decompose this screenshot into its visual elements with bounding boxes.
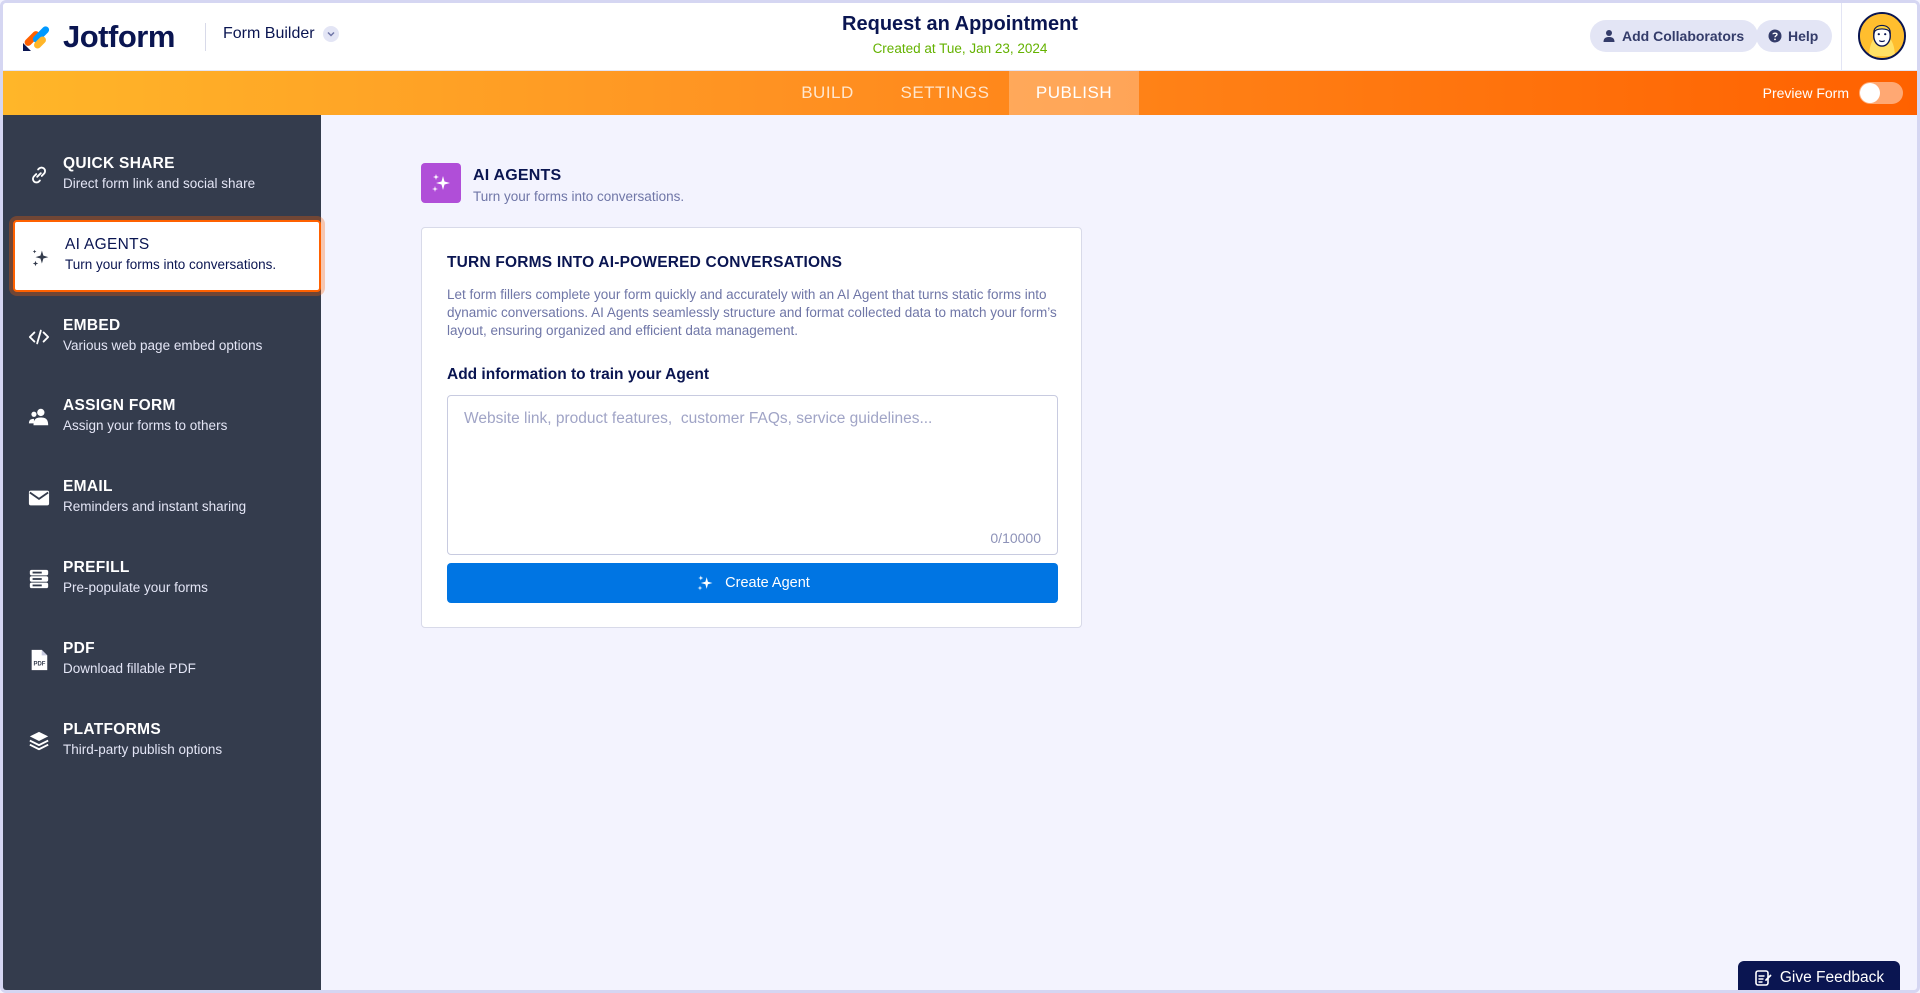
- chevron-down-icon: [322, 26, 339, 42]
- add-collaborators-button[interactable]: Add Collaborators: [1590, 20, 1759, 52]
- section-title: AI AGENTS: [473, 167, 562, 184]
- sparkle-icon: [29, 246, 53, 270]
- sidebar-item-ai-agents[interactable]: AI AGENTS Turn your forms into conversat…: [13, 220, 321, 292]
- jotform-logo-icon: [23, 26, 50, 51]
- sidebar-item-desc: Pre-populate your forms: [63, 580, 208, 595]
- sidebar-item-desc: Direct form link and social share: [63, 176, 256, 191]
- avatar[interactable]: [1858, 12, 1906, 60]
- card-title: TURN FORMS INTO AI-POWERED CONVERSATIONS: [447, 254, 843, 271]
- sidebar-item-prefill[interactable]: PREFILL Pre-populate your forms: [13, 543, 321, 615]
- sparkle-icon: [432, 174, 450, 192]
- app-switcher-label: Form Builder: [223, 25, 315, 42]
- sidebar-item-title: PDF: [63, 640, 95, 657]
- logo-text: Jotform: [63, 19, 175, 54]
- char-counter: 0/10000: [990, 530, 1041, 546]
- app-window: Jotform Form Builder Request an Appointm…: [0, 0, 1920, 993]
- sidebar-item-assign-form[interactable]: ASSIGN FORM Assign your forms to others: [13, 381, 321, 453]
- create-agent-button[interactable]: Create Agent: [447, 563, 1058, 603]
- sidebar-item-desc: Assign your forms to others: [63, 418, 228, 433]
- app-switcher[interactable]: Form Builder: [223, 25, 339, 43]
- sidebar-item-title: EMBED: [63, 317, 121, 334]
- jotform-logo[interactable]: Jotform: [21, 17, 175, 57]
- sidebar-item-desc: Various web page embed options: [63, 338, 263, 353]
- ai-agent-card: TURN FORMS INTO AI-POWERED CONVERSATIONS…: [421, 227, 1082, 628]
- pdf-icon: PDF: [27, 648, 51, 672]
- help-label: Help: [1788, 28, 1819, 44]
- user-icon: [1603, 30, 1615, 42]
- preview-form-toggle[interactable]: [1859, 82, 1903, 104]
- section-header: AI AGENTS Turn your forms into conversat…: [421, 163, 684, 204]
- train-agent-input[interactable]: [448, 396, 1057, 554]
- sidebar-item-title: ASSIGN FORM: [63, 397, 176, 414]
- card-description: Let form fillers complete your form quic…: [447, 287, 1057, 338]
- builder-nav: BUILD SETTINGS PUBLISH Preview Form: [3, 71, 1917, 115]
- sidebar-item-platforms[interactable]: PLATFORMS Third-party publish options: [13, 705, 321, 777]
- preview-form: Preview Form: [1763, 82, 1903, 104]
- sparkle-icon: [697, 575, 713, 591]
- layers-icon: [27, 729, 51, 753]
- section-header-text: AI AGENTS Turn your forms into conversat…: [473, 163, 684, 204]
- sidebar-item-email[interactable]: EMAIL Reminders and instant sharing: [13, 462, 321, 534]
- feedback-icon: [1755, 970, 1772, 986]
- section-subtitle: Turn your forms into conversations.: [473, 189, 685, 204]
- sidebar-item-desc: Reminders and instant sharing: [63, 499, 247, 514]
- tab-build[interactable]: BUILD: [774, 71, 881, 115]
- top-header: Jotform Form Builder Request an Appointm…: [3, 3, 1917, 71]
- tab-settings[interactable]: SETTINGS: [881, 71, 1009, 115]
- avatar-divider: [1841, 3, 1842, 70]
- users-icon: [27, 405, 51, 429]
- train-agent-label: Add information to train your Agent: [447, 366, 710, 383]
- link-icon: [27, 163, 51, 187]
- code-icon: [27, 325, 51, 349]
- envelope-icon: [27, 486, 51, 510]
- nav-tabs: BUILD SETTINGS PUBLISH: [774, 71, 1139, 115]
- user-avatar-icon: [1860, 14, 1904, 58]
- sidebar-item-title: AI AGENTS: [65, 236, 150, 253]
- sidebar-item-desc: Third-party publish options: [63, 742, 223, 757]
- database-icon: [27, 567, 51, 591]
- toggle-knob: [1860, 83, 1880, 103]
- give-feedback-button[interactable]: Give Feedback: [1738, 961, 1900, 990]
- ai-agents-badge: [421, 163, 461, 203]
- tab-publish[interactable]: PUBLISH: [1009, 71, 1139, 115]
- train-agent-box: 0/10000: [447, 395, 1058, 555]
- sidebar-item-desc: Download fillable PDF: [63, 661, 196, 676]
- sidebar-item-embed[interactable]: EMBED Various web page embed options: [13, 301, 321, 373]
- sidebar-item-desc: Turn your forms into conversations.: [65, 257, 277, 272]
- sidebar-item-title: PREFILL: [63, 559, 130, 576]
- sidebar-item-pdf[interactable]: PDF PDF Download fillable PDF: [13, 624, 321, 696]
- help-button[interactable]: Help: [1756, 20, 1833, 52]
- svg-text:PDF: PDF: [34, 662, 46, 668]
- publish-sidebar: QUICK SHARE Direct form link and social …: [3, 115, 321, 990]
- question-icon: [1768, 29, 1782, 43]
- header-divider: [205, 23, 206, 51]
- create-agent-label: Create Agent: [725, 575, 810, 591]
- add-collaborators-label: Add Collaborators: [1622, 28, 1745, 44]
- sidebar-item-quick-share[interactable]: QUICK SHARE Direct form link and social …: [13, 139, 321, 211]
- sidebar-item-title: EMAIL: [63, 478, 113, 495]
- sidebar-item-title: QUICK SHARE: [63, 155, 175, 172]
- sidebar-item-title: PLATFORMS: [63, 721, 161, 738]
- give-feedback-label: Give Feedback: [1779, 969, 1885, 986]
- preview-form-label: Preview Form: [1762, 85, 1849, 101]
